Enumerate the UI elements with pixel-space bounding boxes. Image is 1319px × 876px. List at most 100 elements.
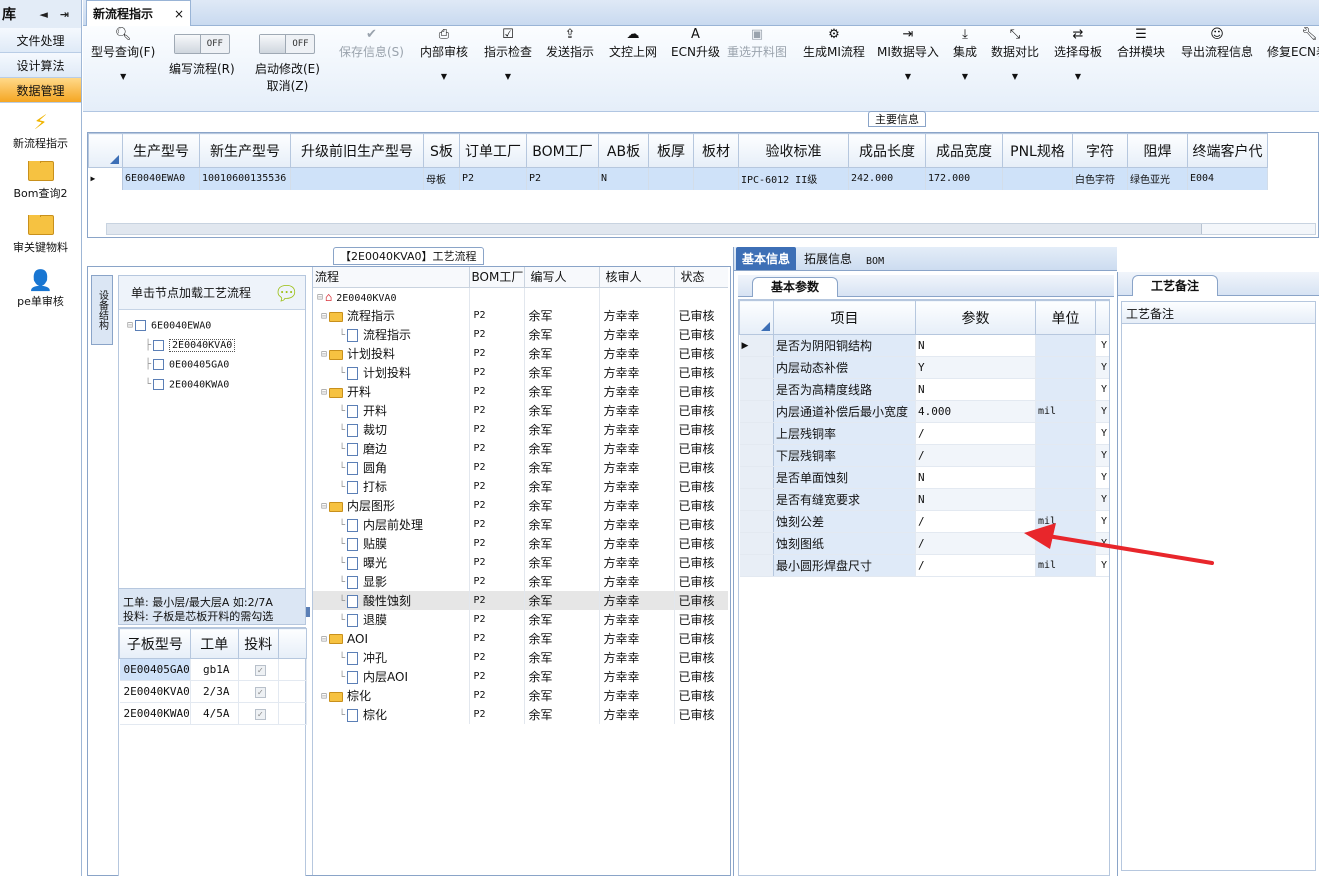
flow-row[interactable]: ⊟ 开料 P2 余军 方幸幸 已审核 [313, 382, 728, 401]
col-item[interactable]: 项目 [773, 300, 916, 335]
feed-checkbox[interactable]: ✓ [254, 665, 266, 676]
start-edit-toggle[interactable]: OFF 启动修改(E) 取消(Z) [255, 26, 320, 94]
feed-checkbox[interactable]: ✓ [254, 709, 266, 720]
chevron-down-icon[interactable]: ▼ [505, 72, 511, 81]
chevron-down-icon[interactable]: ▼ [1075, 72, 1081, 81]
chevron-down-icon[interactable]: ▼ [120, 72, 126, 81]
main-col-header[interactable]: BOM工厂 [526, 133, 599, 168]
tab-basic-params[interactable]: 基本参数 [752, 277, 838, 297]
edit-flow-toggle[interactable]: OFF 编写流程(R) [169, 26, 235, 77]
main-col-header[interactable]: 终端客户代 [1187, 133, 1268, 168]
menu-data[interactable]: 数据管理 [0, 78, 81, 103]
main-col-header[interactable]: 阻焊 [1127, 133, 1188, 168]
col-order[interactable]: 工单 [189, 628, 239, 659]
flow-row[interactable]: └ 棕化 P2 余军 方幸幸 已审核 [313, 705, 728, 724]
chevron-down-icon[interactable]: ▼ [441, 72, 447, 81]
horizontal-scrollbar[interactable] [106, 223, 1316, 235]
main-col-header[interactable]: 板厚 [648, 133, 694, 168]
nav-key-material[interactable]: 审关键物料 [0, 215, 81, 255]
param-row[interactable]: 上层残铜率 / Y [739, 422, 1109, 445]
main-col-header[interactable]: 验收标准 [738, 133, 849, 168]
tab-bom[interactable]: BOM [860, 253, 890, 270]
col-param[interactable]: 参数 [915, 300, 1036, 335]
param-value[interactable]: / [915, 422, 1036, 445]
save-button[interactable]: ✔ 保存信息(S) [339, 26, 404, 60]
flow-row[interactable]: ⊟ 棕化 P2 余军 方幸幸 已审核 [313, 686, 728, 705]
main-col-header[interactable]: 新生产型号 [199, 133, 291, 168]
param-value[interactable]: Y [915, 356, 1036, 379]
main-cell[interactable]: 6E0040EWA0 [122, 167, 200, 190]
tree-node[interactable]: ├ 0E00405GA0 [127, 355, 305, 375]
col-status[interactable]: 状态 [674, 267, 728, 288]
flow-row[interactable]: ⊟ 流程指示 P2 余军 方幸幸 已审核 [313, 306, 728, 325]
main-cell[interactable]: 绿色亚光 [1127, 167, 1188, 190]
param-row[interactable]: 内层通道补偿后最小宽度 4.000 mil Y [739, 400, 1109, 423]
main-col-header[interactable]: 成品长度 [848, 133, 926, 168]
col-bom-factory[interactable]: BOM工厂 [469, 267, 525, 288]
param-row[interactable]: 内层动态补偿 Y Y [739, 356, 1109, 379]
main-cell[interactable]: P2 [459, 167, 527, 190]
tree-root[interactable]: ⊟ 6E0040EWA0 [127, 316, 305, 336]
close-icon[interactable]: × [174, 7, 184, 21]
tab-extended-info[interactable]: 拓展信息 [796, 247, 860, 270]
col-unit[interactable]: 单位 [1035, 300, 1096, 335]
main-cell[interactable]: 10010600135536 [199, 167, 291, 190]
table-row[interactable]: 2E0040KWA0 4/5A ✓ [119, 702, 308, 725]
flow-row[interactable]: └ 冲孔 P2 余军 方幸幸 已审核 [313, 648, 728, 667]
flow-row[interactable]: └ 裁切 P2 余军 方幸幸 已审核 [313, 420, 728, 439]
tab-basic-info[interactable]: 基本信息 [736, 247, 797, 270]
mi-import-button[interactable]: ⇥ MI数据导入 ▼ [877, 26, 939, 81]
tree-node[interactable]: └ 2E0040KWA0 [127, 375, 305, 395]
col-feed[interactable]: 投料 [237, 628, 279, 659]
ecn-button[interactable]: A ECN升级 [671, 26, 720, 60]
col-sub-model[interactable]: 子板型号 [119, 628, 191, 659]
flow-row[interactable]: ⊟ 计划投料 P2 余军 方幸幸 已审核 [313, 344, 728, 363]
main-cell[interactable]: E004 [1187, 167, 1268, 190]
param-value[interactable]: N [915, 488, 1036, 511]
param-row[interactable]: 是否为高精度线路 N Y [739, 378, 1109, 401]
flow-row[interactable]: └ 曝光 P2 余军 方幸幸 已审核 [313, 553, 728, 572]
main-cell[interactable] [290, 167, 424, 190]
main-cell[interactable]: 白色字符 [1072, 167, 1128, 190]
nav-bom-query[interactable]: Bom查询2 [0, 161, 81, 201]
tab-new-flow[interactable]: 新流程指示 × [86, 0, 191, 26]
main-col-header[interactable]: 订单工厂 [459, 133, 527, 168]
select-master-button[interactable]: ⇄ 选择母板 ▼ [1054, 26, 1102, 81]
param-value[interactable]: N [915, 334, 1036, 357]
main-cell[interactable]: P2 [526, 167, 599, 190]
remark-textarea[interactable] [1122, 324, 1315, 864]
tab-process-remark[interactable]: 工艺备注 [1132, 275, 1218, 296]
nav-new-flow[interactable]: ⚡ 新流程指示 [0, 109, 81, 151]
flow-row[interactable]: └ 打标 P2 余军 方幸幸 已审核 [313, 477, 728, 496]
chevron-down-icon[interactable]: ▼ [905, 72, 911, 81]
main-cell[interactable]: 母板 [423, 167, 460, 190]
flow-row[interactable]: └ 计划投料 P2 余军 方幸幸 已审核 [313, 363, 728, 382]
table-row[interactable]: 0E00405GA0 gb1A ✓ [119, 658, 308, 681]
gen-mi-button[interactable]: ⚙ 生成MI流程 [803, 26, 865, 60]
nav-pe-review[interactable]: 👤 pe单审核 [0, 267, 81, 309]
flow-row[interactable]: └ 内层前处理 P2 余军 方幸幸 已审核 [313, 515, 728, 534]
menu-file[interactable]: 文件处理 [0, 28, 81, 53]
chevron-down-icon[interactable]: ▼ [962, 72, 968, 81]
upload-button[interactable]: ☁ 文控上网 [609, 26, 657, 60]
main-cell[interactable]: N [598, 167, 649, 190]
integrate-button[interactable]: ⤓ 集成 ▼ [953, 26, 977, 81]
main-col-header[interactable]: 字符 [1072, 133, 1128, 168]
flow-row[interactable]: └ 开料 P2 余军 方幸幸 已审核 [313, 401, 728, 420]
feed-checkbox[interactable]: ✓ [254, 687, 266, 698]
flow-row[interactable]: └ 磨边 P2 余军 方幸幸 已审核 [313, 439, 728, 458]
col-reviewer[interactable]: 核审人 [599, 267, 675, 288]
main-cell[interactable] [1002, 167, 1073, 190]
fix-ecn-button[interactable]: 🔧︎修复ECN表 [1267, 26, 1319, 60]
param-row[interactable]: 下层残铜率 / Y [739, 444, 1109, 467]
inner-review-button[interactable]: ⎙ 内部审核 ▼ [420, 26, 468, 81]
flow-row[interactable]: └ 显影 P2 余军 方幸幸 已审核 [313, 572, 728, 591]
flow-row[interactable]: └ 贴膜 P2 余军 方幸幸 已审核 [313, 534, 728, 553]
export-button[interactable]: ☺ 导出流程信息 [1181, 26, 1253, 60]
param-value[interactable]: 4.000 [915, 400, 1036, 423]
main-col-header[interactable]: 成品宽度 [925, 133, 1003, 168]
param-row[interactable]: ▶ 是否为阴阳铜结构 N Y [739, 334, 1109, 357]
main-col-header[interactable]: PNL规格 [1002, 133, 1073, 168]
splitter-handle[interactable] [306, 607, 310, 617]
compare-button[interactable]: ⤡ 数据对比 ▼ [991, 26, 1039, 81]
